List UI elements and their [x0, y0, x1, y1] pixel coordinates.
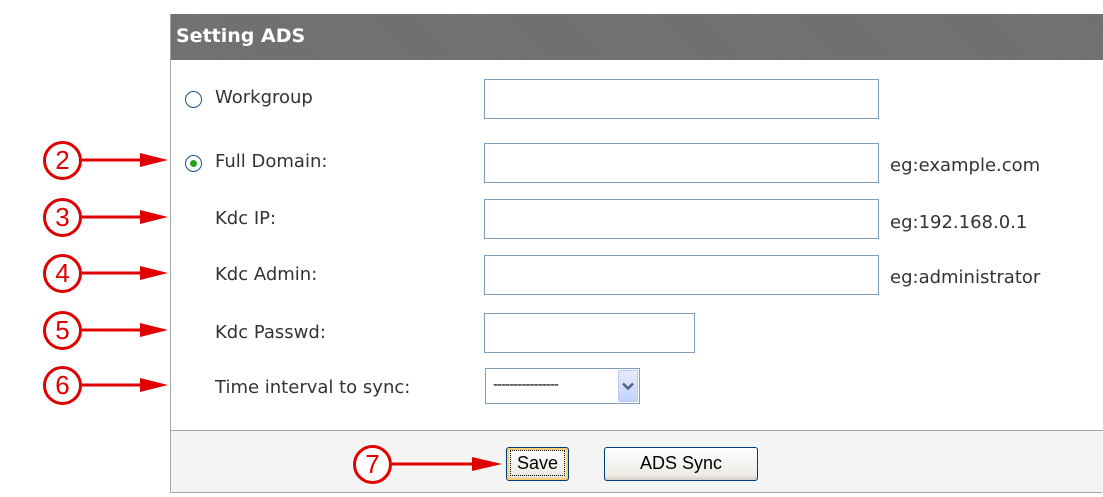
callout-2: 2	[43, 141, 82, 180]
right-arrow-icon	[82, 210, 168, 224]
callout-6: 6	[43, 366, 82, 405]
kdc-passwd-label: Kdc Passwd:	[215, 322, 326, 343]
kdc-ip-hint: eg:192.168.0.1	[890, 212, 1028, 233]
save-button[interactable]: Save	[506, 447, 569, 481]
callout-3: 3	[43, 198, 82, 237]
right-arrow-icon	[82, 378, 168, 392]
sync-interval-label: Time interval to sync:	[215, 377, 411, 398]
kdc-admin-label: Kdc Admin:	[215, 264, 318, 285]
full-domain-input[interactable]	[484, 143, 879, 183]
panel-title: Setting ADS	[176, 25, 306, 47]
kdc-ip-input[interactable]	[484, 199, 879, 239]
callout-7: 7	[353, 445, 392, 484]
select-dropdown-button[interactable]	[618, 370, 638, 402]
kdc-passwd-input[interactable]	[484, 313, 695, 353]
radio-selected-dot	[190, 160, 197, 167]
sync-interval-select[interactable]: ----------------	[485, 368, 640, 404]
right-arrow-icon	[82, 266, 168, 280]
right-arrow-icon	[392, 457, 502, 471]
full-domain-label: Full Domain:	[215, 151, 328, 172]
full-domain-hint: eg:example.com	[890, 155, 1041, 176]
callout-4: 4	[43, 254, 82, 293]
right-arrow-icon	[82, 323, 168, 337]
panel-header: Setting ADS	[171, 14, 1103, 60]
ads-sync-button[interactable]: ADS Sync	[604, 447, 758, 481]
callout-5: 5	[43, 311, 82, 350]
kdc-admin-hint: eg:administrator	[890, 267, 1041, 288]
chevron-down-icon	[622, 382, 634, 391]
workgroup-input[interactable]	[484, 79, 879, 119]
sync-interval-value: ----------------	[493, 377, 559, 393]
workgroup-radio[interactable]	[185, 91, 202, 108]
right-arrow-icon	[82, 153, 168, 167]
full-domain-radio[interactable]	[185, 155, 202, 172]
workgroup-label: Workgroup	[215, 87, 313, 108]
kdc-ip-label: Kdc IP:	[215, 208, 277, 229]
kdc-admin-input[interactable]	[484, 255, 879, 295]
save-button-label: Save	[510, 450, 565, 476]
